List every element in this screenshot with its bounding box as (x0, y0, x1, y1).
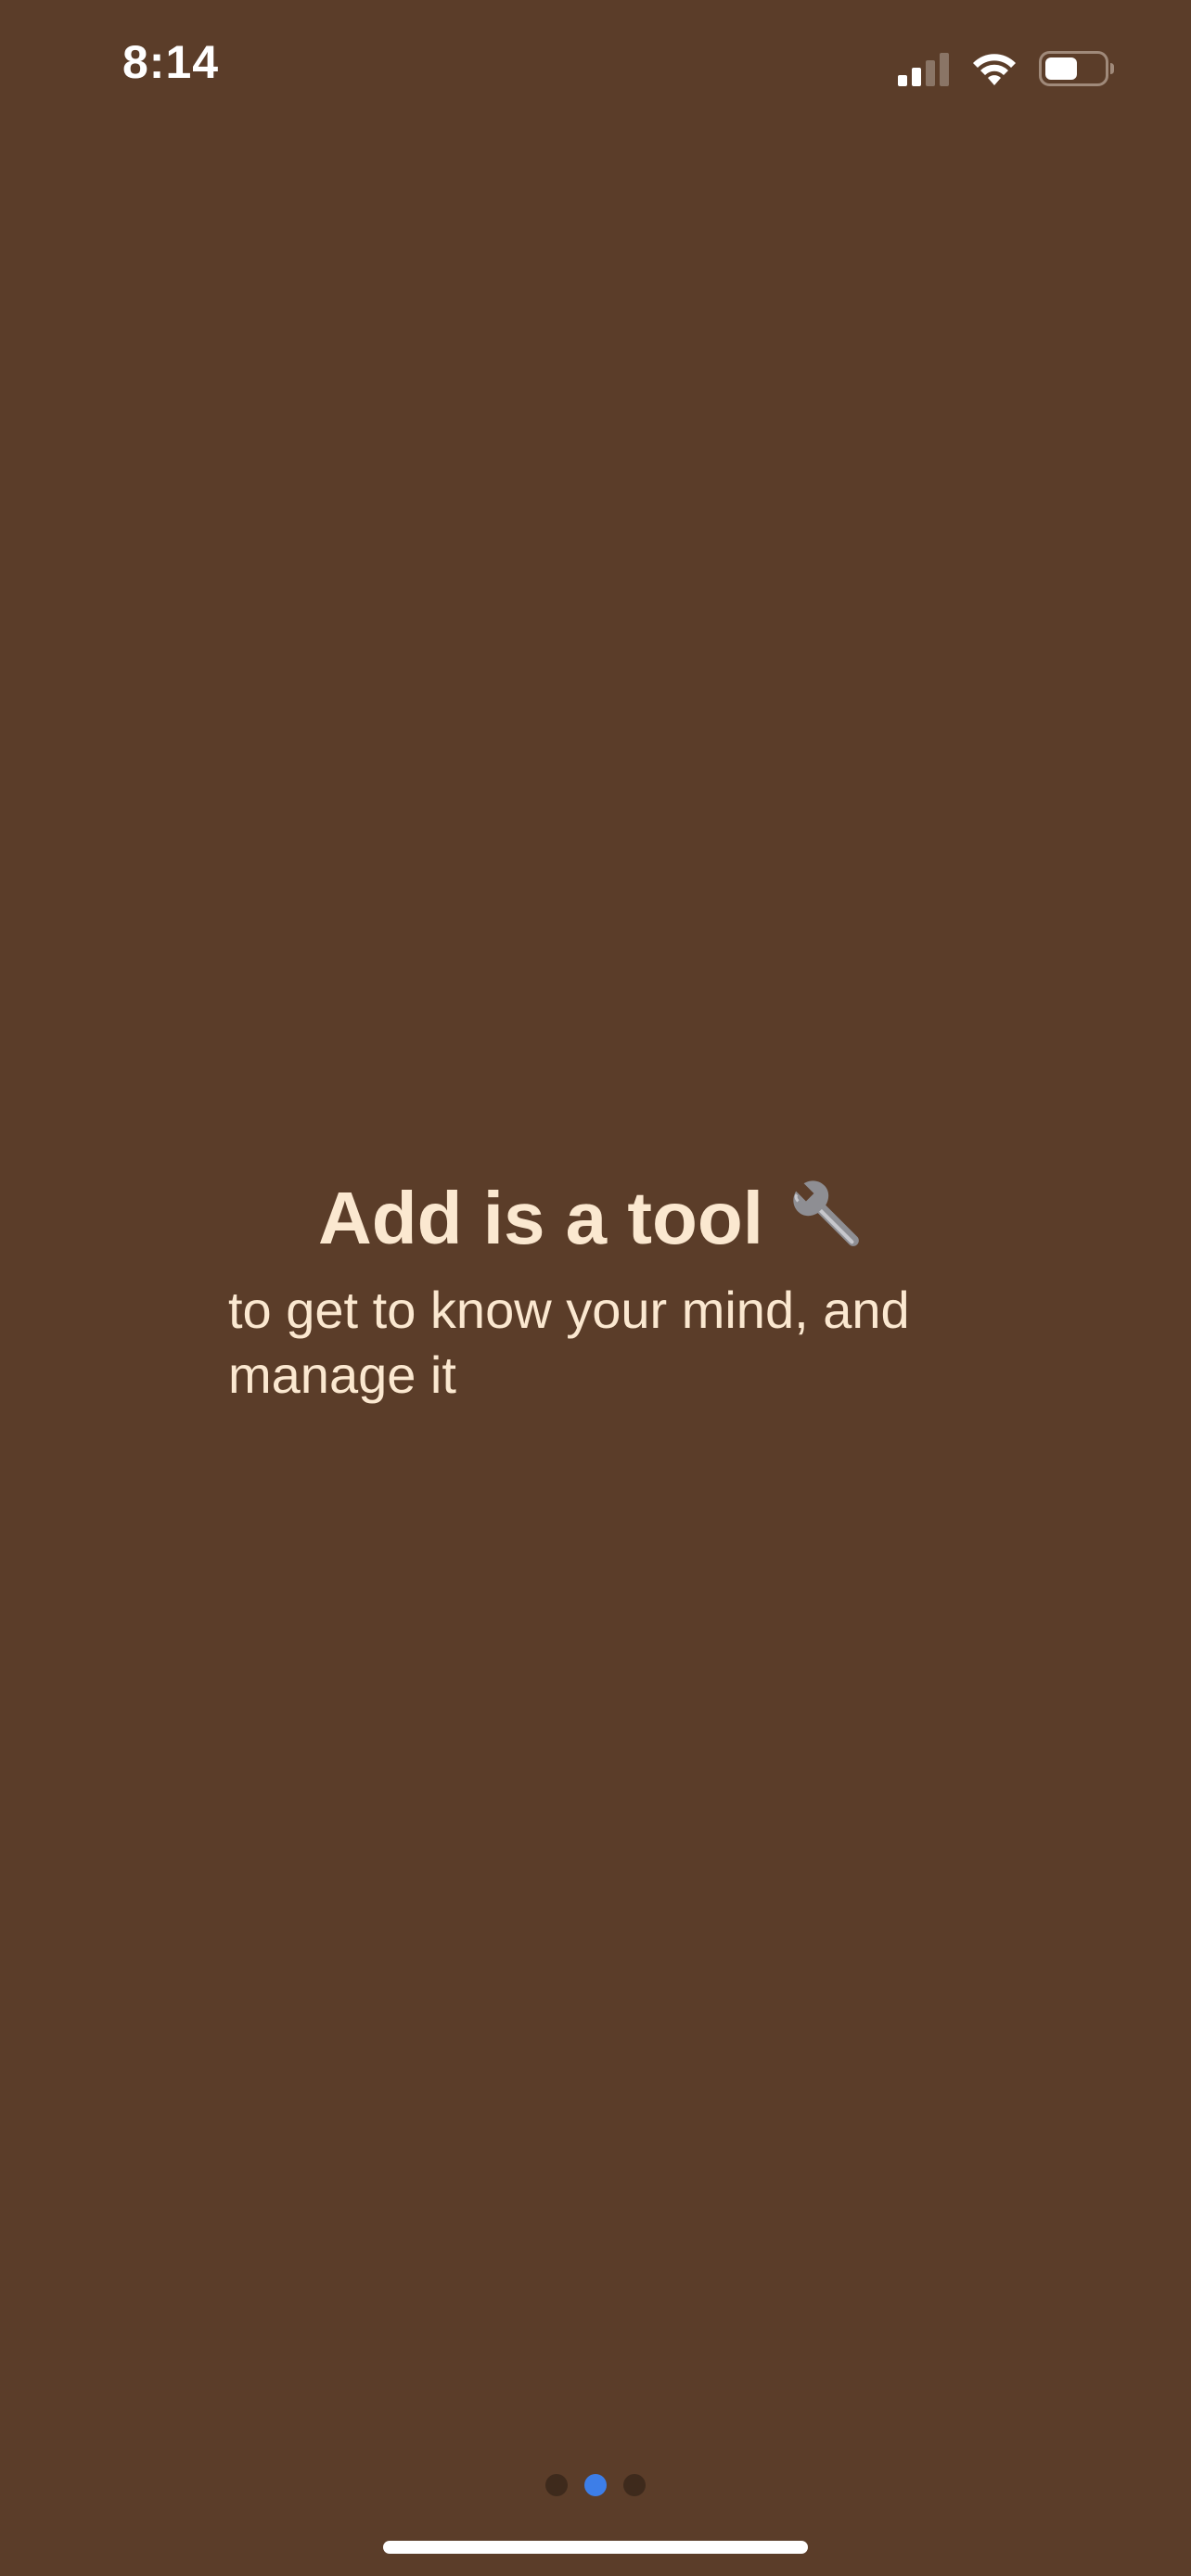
onboarding-title: Add is a tool (0, 1167, 1191, 1265)
status-icons (898, 46, 1115, 91)
status-time: 8:14 (122, 36, 220, 88)
battery-icon (1039, 51, 1114, 86)
page-dot-2-active[interactable] (584, 2474, 607, 2496)
wrench-icon (792, 1180, 859, 1246)
page-dot-1[interactable] (545, 2474, 568, 2496)
title-text: Add is a tool (318, 1176, 763, 1259)
onboarding-content: Add is a tool to get to know your mind, … (0, 1167, 1191, 1404)
cellular-signal-icon (898, 53, 949, 86)
page-dot-3[interactable] (623, 2474, 646, 2496)
page-indicator[interactable] (0, 2474, 1191, 2496)
onboarding-screen[interactable]: 8:14 Add is a tool to get to know your m… (0, 0, 1191, 2576)
wifi-icon (973, 54, 1016, 85)
home-indicator[interactable] (383, 2541, 808, 2554)
onboarding-subtitle: to get to know your mind, and manage it (228, 1281, 910, 1404)
status-bar: 8:14 (0, 0, 1191, 130)
